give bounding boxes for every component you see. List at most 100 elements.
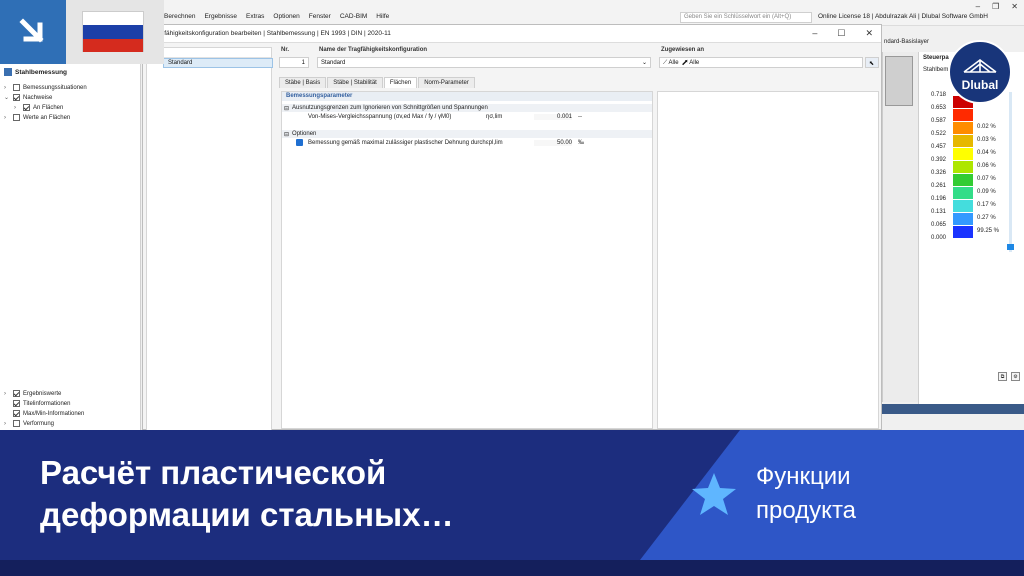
expand-icon[interactable]: › — [4, 391, 10, 397]
collapse-icon[interactable]: ⊟ — [284, 131, 289, 138]
checkbox[interactable] — [13, 420, 20, 427]
panel-toolbar — [882, 414, 1024, 430]
window-controls: – ❐ ✕ — [976, 2, 1018, 11]
design-parameters-panel: Bemessungsparameter ⊟ Ausnutzungsgrenzen … — [281, 91, 653, 429]
legend-swatch — [953, 226, 973, 238]
legend-value: 0.653 — [931, 105, 947, 111]
legend-swatch — [953, 161, 973, 173]
number-field[interactable]: 1 — [279, 57, 309, 68]
minimize-icon[interactable]: – — [812, 28, 817, 39]
menu-item-ergebnisse[interactable]: Ergebnisse — [204, 13, 237, 20]
menu-item-extras[interactable]: Extras — [246, 13, 264, 20]
legend-percent: 0.17 % — [977, 202, 996, 208]
surface-icon: ⬈ — [681, 60, 688, 66]
tab-surfaces[interactable]: Flächen — [383, 77, 418, 88]
restore-icon[interactable]: ❐ — [992, 2, 999, 11]
tree-item-design-situations[interactable]: › Bemessungssituationen — [4, 84, 87, 91]
menu-item-cad-bim[interactable]: CAD-BIM — [340, 13, 367, 20]
collapse-icon[interactable]: ⊟ — [284, 105, 289, 112]
bridge-icon — [963, 59, 997, 73]
slider-handle[interactable] — [1007, 244, 1014, 250]
minimize-icon[interactable]: – — [976, 2, 980, 11]
expand-icon[interactable]: › — [4, 115, 10, 121]
collapse-icon[interactable]: ⌄ — [4, 94, 10, 101]
tree-item-deformation[interactable]: › Verformung — [4, 420, 54, 427]
legend-value: 0.457 — [931, 144, 947, 150]
menu-item-optionen[interactable]: Optionen — [273, 13, 299, 20]
tab-strip: Stäbe | Basis Stäbe | Stabilität Flächen… — [279, 77, 476, 88]
status-bar — [882, 404, 1024, 414]
checkbox[interactable] — [13, 84, 20, 91]
tree-item-on-surfaces[interactable]: › An Flächen — [14, 104, 63, 111]
plastic-strain-checkbox[interactable] — [296, 139, 303, 146]
legend-slider[interactable] — [1009, 92, 1012, 252]
russia-flag-icon — [82, 11, 144, 52]
control-panel: Steuerpa Stahlbem 0.718 0.653 0.587 0.522 0.… — [918, 52, 1024, 404]
legend-percent: 0.06 % — [977, 163, 996, 169]
tree-item-checks[interactable]: ⌄ Nachweise — [4, 94, 52, 101]
tree-item-title-info[interactable]: Titelinformationen — [4, 400, 70, 407]
checkbox[interactable] — [13, 410, 20, 417]
section-header: Bemessungsparameter — [282, 92, 652, 101]
checkbox[interactable] — [13, 94, 20, 101]
navigator-title: Stahlbemessung — [4, 68, 67, 76]
expand-icon[interactable]: › — [4, 421, 10, 427]
steel-design-icon — [4, 68, 12, 76]
tree-item-values-on-surfaces[interactable]: › Werte an Flächen — [4, 114, 70, 121]
expand-icon[interactable]: › — [4, 85, 10, 91]
legend-percent: 0.02 % — [977, 124, 996, 130]
tree-item-result-values[interactable]: › Ergebniswerte — [4, 390, 61, 397]
menu-item-fenster[interactable]: Fenster — [309, 13, 331, 20]
checkbox[interactable] — [23, 104, 30, 111]
chevron-down-icon[interactable]: ⌄ — [642, 59, 647, 66]
member-icon: ⟋ — [663, 60, 668, 66]
maximize-icon[interactable]: ☐ — [837, 28, 845, 39]
expand-icon[interactable]: › — [14, 105, 20, 111]
legend-swatch — [953, 122, 973, 134]
group-options[interactable]: ⊟ Optionen — [282, 130, 652, 138]
view-cube-icon[interactable] — [885, 56, 913, 106]
dialog-title: agfähigkeitskonfiguration bearbeiten | S… — [157, 30, 391, 37]
arrow-box — [0, 0, 66, 64]
select-objects-icon[interactable]: ⬉ — [865, 57, 879, 68]
legend-percent: 0.09 % — [977, 189, 996, 195]
video-banner: Расчёт пластической деформации стальных…… — [0, 430, 1024, 576]
assigned-to-field[interactable]: ⟋ Alle ⬈ Alle — [659, 57, 863, 68]
von-mises-value[interactable]: 0.001 — [534, 114, 572, 120]
close-icon[interactable]: ✕ — [1011, 2, 1018, 11]
dialog-titlebar: agfähigkeitskonfiguration bearbeiten | S… — [143, 25, 881, 43]
control-panel-subtitle: Stahlbem — [923, 67, 949, 73]
copy-icon[interactable]: ⧉ — [998, 372, 1007, 381]
close-icon[interactable]: ✕ — [865, 28, 873, 39]
group-utilization-limits[interactable]: ⊟ Ausnutzungsgrenzen zum Ignorieren von S… — [282, 104, 652, 112]
menu-item-hilfe[interactable]: Hilfe — [376, 13, 389, 20]
legend-value: 0.326 — [931, 170, 947, 176]
tab-members-stability[interactable]: Stäbe | Stabilität — [327, 77, 383, 88]
legend-swatch — [953, 109, 973, 121]
menu-item-berechnen[interactable]: Berechnen — [164, 13, 195, 20]
plastic-strain-value[interactable]: 50.00 — [534, 140, 572, 146]
checkbox[interactable] — [13, 400, 20, 407]
preview-pane — [657, 91, 879, 429]
edit-configuration-dialog: agfähigkeitskonfiguration bearbeiten | S… — [142, 24, 882, 431]
legend-value: 0.131 — [931, 209, 947, 215]
flag-box — [66, 0, 164, 64]
config-name-label: Name der Tragfähigkeitskonfiguration — [319, 47, 428, 53]
checkbox[interactable] — [13, 114, 20, 121]
banner-category: Функции продукта — [756, 463, 857, 524]
legend-swatch — [953, 135, 973, 147]
tree-item-maxmin-info[interactable]: Max/Min-Informationen — [4, 410, 84, 417]
tab-standard-parameters[interactable]: Norm-Parameter — [418, 77, 475, 88]
model-view[interactable] — [882, 52, 918, 402]
checkbox[interactable] — [13, 390, 20, 397]
legend-percent: 0.04 % — [977, 150, 996, 156]
legend-percent: 99.25 % — [977, 228, 1000, 234]
search-input[interactable]: Geben Sie ein Schlüsselwort ein (Alt+Q) — [680, 12, 812, 23]
legend-value: 0.718 — [931, 92, 947, 98]
list-item[interactable]: Standard — [163, 58, 273, 68]
legend-swatch — [953, 187, 973, 199]
tab-members-basic[interactable]: Stäbe | Basis — [279, 77, 327, 88]
settings-icon[interactable]: ⚙ — [1011, 372, 1020, 381]
config-name-select[interactable]: Standard ⌄ — [317, 57, 651, 68]
number-label: Nr. — [281, 47, 290, 53]
